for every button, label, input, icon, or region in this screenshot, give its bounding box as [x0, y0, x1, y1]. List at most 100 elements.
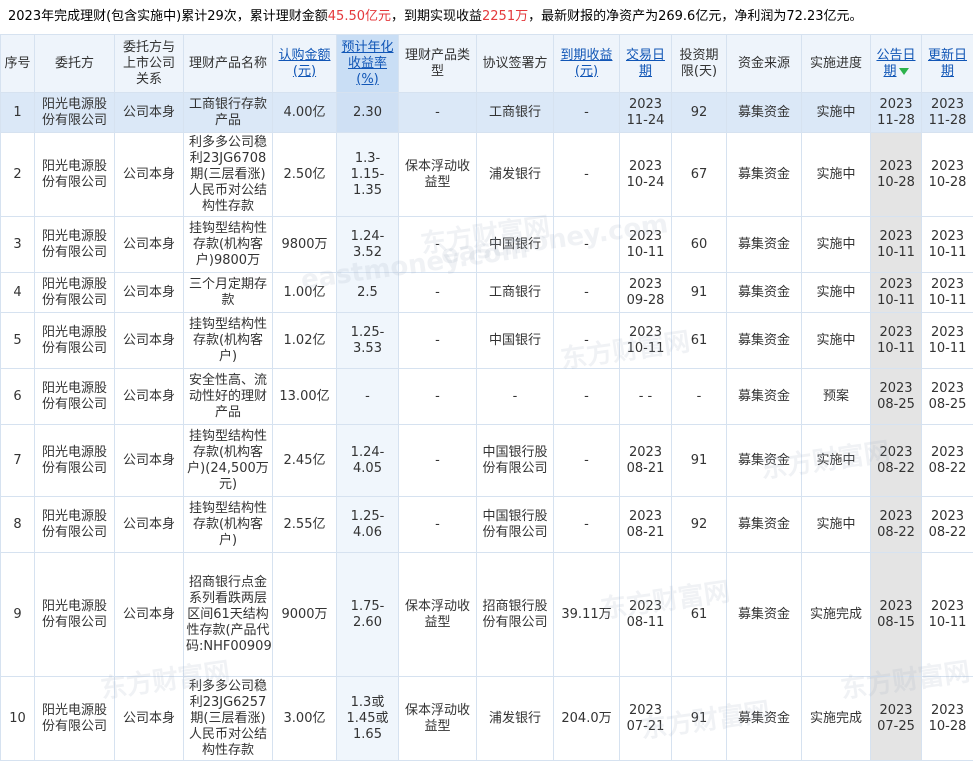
cell-trustor: 阳光电源股份有限公司	[34, 312, 115, 369]
cell-source: 募集资金	[726, 676, 802, 761]
col-header-source-label: 资金来源	[737, 55, 790, 71]
col-header-product: 理财产品名称	[183, 34, 273, 93]
cell-source: 募集资金	[726, 424, 802, 497]
cell-signer: 中国银行	[476, 312, 554, 369]
cell-no: 2	[0, 132, 35, 217]
col-header-relation-label: 委托方与上市公司关系	[122, 39, 175, 87]
col-header-ann_date[interactable]: 公告日期	[870, 34, 922, 93]
cell-trade_date: 2023 11-24	[619, 92, 672, 133]
sort-down-icon[interactable]	[898, 67, 909, 75]
cell-income: -	[553, 92, 620, 133]
col-header-upd_date-label[interactable]: 更新日期	[928, 48, 967, 79]
cell-rate: 1.24-4.05	[336, 424, 399, 497]
cell-trade_date: 2023 09-28	[619, 272, 672, 313]
cell-progress: 实施中	[801, 272, 871, 313]
col-header-upd_date[interactable]: 更新日期	[921, 34, 973, 93]
cell-trade_date: 2023 07-21	[619, 676, 672, 761]
cell-upd_date: 2023 10-28	[921, 676, 973, 761]
cell-relation: 公司本身	[114, 368, 184, 425]
table-row[interactable]: 3 阳光电源股份有限公司 公司本身 挂钩型结构性存款(机构客户)9800万 9800万 1…	[0, 216, 973, 273]
cell-upd_date: 2023 08-22	[921, 424, 973, 497]
cell-income: -	[553, 496, 620, 553]
total-income: 2251万	[482, 9, 529, 24]
cell-trade_date: 2023 08-11	[619, 552, 672, 677]
cell-ann_date: 2023 10-11	[870, 312, 922, 369]
cell-signer: 浦发银行	[476, 132, 554, 217]
col-header-signer: 协议签署方	[476, 34, 554, 93]
cell-no: 5	[0, 312, 35, 369]
table-row[interactable]: 10 阳光电源股份有限公司 公司本身 利多多公司稳利23JG6257期(三层看涨)人民…	[0, 676, 973, 761]
col-header-rate[interactable]: 预计年化收益率(%)	[336, 34, 399, 93]
table-row[interactable]: 2 阳光电源股份有限公司 公司本身 利多多公司稳利23JG6708期(三层看涨)人民币…	[0, 132, 973, 217]
cell-source: 募集资金	[726, 216, 802, 273]
col-header-trade_date[interactable]: 交易日期	[619, 34, 672, 93]
cell-signer: 中国银行	[476, 216, 554, 273]
table-row[interactable]: 8 阳光电源股份有限公司 公司本身 挂钩型结构性存款(机构客户) 2.55亿 1.25-4…	[0, 496, 973, 553]
cell-upd_date: 2023 11-28	[921, 92, 973, 133]
cell-rate: -	[336, 368, 399, 425]
cell-rate: 2.5	[336, 272, 399, 313]
cell-signer: 招商银行股份有限公司	[476, 552, 554, 677]
cell-upd_date: 2023 08-25	[921, 368, 973, 425]
cell-term: 60	[671, 216, 727, 273]
table-row[interactable]: 6 阳光电源股份有限公司 公司本身 安全性高、流动性好的理财产品 13.00亿 - - - - -…	[0, 368, 973, 425]
cell-source: 募集资金	[726, 552, 802, 677]
col-header-amount[interactable]: 认购金额(元)	[272, 34, 337, 93]
cell-type: -	[398, 496, 477, 553]
col-header-term: 投资期限(天)	[671, 34, 727, 93]
wealth-management-table: 序号 委托方 委托方与上市公司关系 理财产品名称 认购金额(元) 预计年化收益率(%) 理财…	[0, 34, 973, 761]
cell-amount: 13.00亿	[272, 368, 337, 425]
summary-text-3: ，最新财报的净资产为269.6亿元，净利润为72.23亿元。	[528, 9, 863, 24]
table-header-row: 序号 委托方 委托方与上市公司关系 理财产品名称 认购金额(元) 预计年化收益率(%) 理财…	[0, 34, 973, 93]
summary-text-2: ，到期实现收益	[391, 9, 483, 24]
cell-product: 利多多公司稳利23JG6708期(三层看涨)人民币对公结构性存款	[183, 132, 273, 217]
cell-progress: 实施中	[801, 496, 871, 553]
cell-ann_date: 2023 07-25	[870, 676, 922, 761]
cell-amount: 1.02亿	[272, 312, 337, 369]
col-header-trade_date-label[interactable]: 交易日期	[626, 48, 665, 79]
cell-product: 挂钩型结构性存款(机构客户)(24,500万元)	[183, 424, 273, 497]
cell-no: 7	[0, 424, 35, 497]
cell-source: 募集资金	[726, 312, 802, 369]
cell-amount: 9800万	[272, 216, 337, 273]
cell-rate: 1.25-4.06	[336, 496, 399, 553]
col-header-amount-label[interactable]: 认购金额(元)	[278, 48, 330, 79]
table-row[interactable]: 7 阳光电源股份有限公司 公司本身 挂钩型结构性存款(机构客户)(24,500万元) 2…	[0, 424, 973, 497]
cell-upd_date: 2023 10-28	[921, 132, 973, 217]
col-header-signer-label: 协议签署方	[482, 55, 548, 71]
col-header-income-label[interactable]: 到期收益(元)	[560, 48, 612, 79]
cell-progress: 实施完成	[801, 676, 871, 761]
cell-signer: -	[476, 368, 554, 425]
cell-amount: 2.45亿	[272, 424, 337, 497]
cell-amount: 3.00亿	[272, 676, 337, 761]
cell-trustor: 阳光电源股份有限公司	[34, 676, 115, 761]
cell-relation: 公司本身	[114, 552, 184, 677]
cell-progress: 实施中	[801, 312, 871, 369]
cell-product: 三个月定期存款	[183, 272, 273, 313]
cell-source: 募集资金	[726, 132, 802, 217]
cell-no: 1	[0, 92, 35, 133]
cell-trade_date: 2023 08-21	[619, 496, 672, 553]
col-header-term-label: 投资期限(天)	[679, 47, 719, 79]
table-row[interactable]: 1 阳光电源股份有限公司 公司本身 工商银行存款产品 4.00亿 2.30- 工商银行 -20…	[0, 92, 973, 133]
cell-type: -	[398, 312, 477, 369]
cell-ann_date: 2023 10-11	[870, 216, 922, 273]
cell-trustor: 阳光电源股份有限公司	[34, 496, 115, 553]
col-header-source: 资金来源	[726, 34, 802, 93]
col-header-product-label: 理财产品名称	[188, 55, 267, 71]
cell-trustor: 阳光电源股份有限公司	[34, 368, 115, 425]
cell-progress: 预案	[801, 368, 871, 425]
cell-relation: 公司本身	[114, 92, 184, 133]
table-row[interactable]: 5 阳光电源股份有限公司 公司本身 挂钩型结构性存款(机构客户) 1.02亿 1.25-3…	[0, 312, 973, 369]
col-header-ann_date-label[interactable]: 公告日期	[876, 48, 915, 79]
cell-trade_date: 2023 10-11	[619, 312, 672, 369]
table-row[interactable]: 4 阳光电源股份有限公司 公司本身 三个月定期存款 1.00亿 2.5- 工商银行 -2023…	[0, 272, 973, 313]
cell-signer: 工商银行	[476, 272, 554, 313]
table-row[interactable]: 9 阳光电源股份有限公司 公司本身 招商银行点金系列看跌两层区间61天结构性存款(产品…	[0, 552, 973, 677]
col-header-income[interactable]: 到期收益(元)	[553, 34, 620, 93]
cell-no: 8	[0, 496, 35, 553]
col-header-rate-label[interactable]: 预计年化收益率(%)	[341, 40, 393, 87]
cell-income: -	[553, 272, 620, 313]
cell-product: 招商银行点金系列看跌两层区间61天结构性存款(产品代码:NHF00909)	[183, 552, 273, 677]
cell-income: -	[553, 216, 620, 273]
